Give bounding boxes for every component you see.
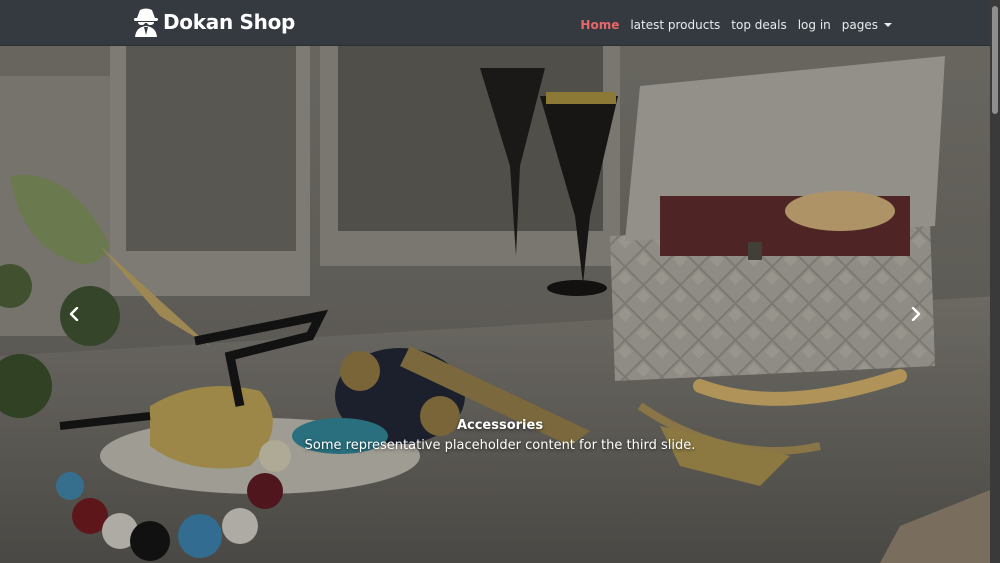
- nav-link-home[interactable]: Home: [580, 18, 619, 32]
- chevron-right-icon: [911, 307, 921, 321]
- image-dim-overlay: [0, 46, 1000, 563]
- nav-link-pages-dropdown[interactable]: pages: [842, 18, 892, 32]
- brand-link[interactable]: Dokan Shop: [133, 4, 295, 40]
- navbar: Dokan Shop Home latest products top deal…: [0, 0, 1000, 46]
- caption-text: Some representative placeholder content …: [304, 438, 696, 453]
- carousel-prev-button[interactable]: [64, 302, 84, 326]
- pages-label: pages: [841, 17, 878, 32]
- brand-name: Dokan Shop: [163, 10, 296, 34]
- nav-item-top-deals: top deals: [731, 14, 786, 33]
- spy-icon: [134, 8, 158, 37]
- nav-link-log-in[interactable]: log in: [798, 18, 831, 32]
- nav-link-latest-products[interactable]: latest products: [630, 18, 720, 32]
- nav-menu: Home latest products top deals log in pa…: [580, 0, 892, 46]
- nav-item-pages: pages: [842, 14, 892, 33]
- carousel-caption: Accessories Some representative placehol…: [0, 418, 1000, 453]
- nav-item-log-in: log in: [798, 14, 831, 33]
- chevron-left-icon: [69, 307, 79, 321]
- scrollbar-thumb[interactable]: [992, 6, 998, 114]
- hero-carousel: Accessories Some representative placehol…: [0, 46, 1000, 563]
- carousel-next-button[interactable]: [906, 302, 926, 326]
- caret-down-icon: [884, 22, 892, 27]
- caption-title: Accessories: [456, 418, 544, 433]
- nav-item-latest-products: latest products: [630, 14, 720, 33]
- nav-link-top-deals[interactable]: top deals: [731, 18, 786, 32]
- nav-item-home: Home: [580, 14, 619, 33]
- page-scrollbar[interactable]: [990, 0, 1000, 563]
